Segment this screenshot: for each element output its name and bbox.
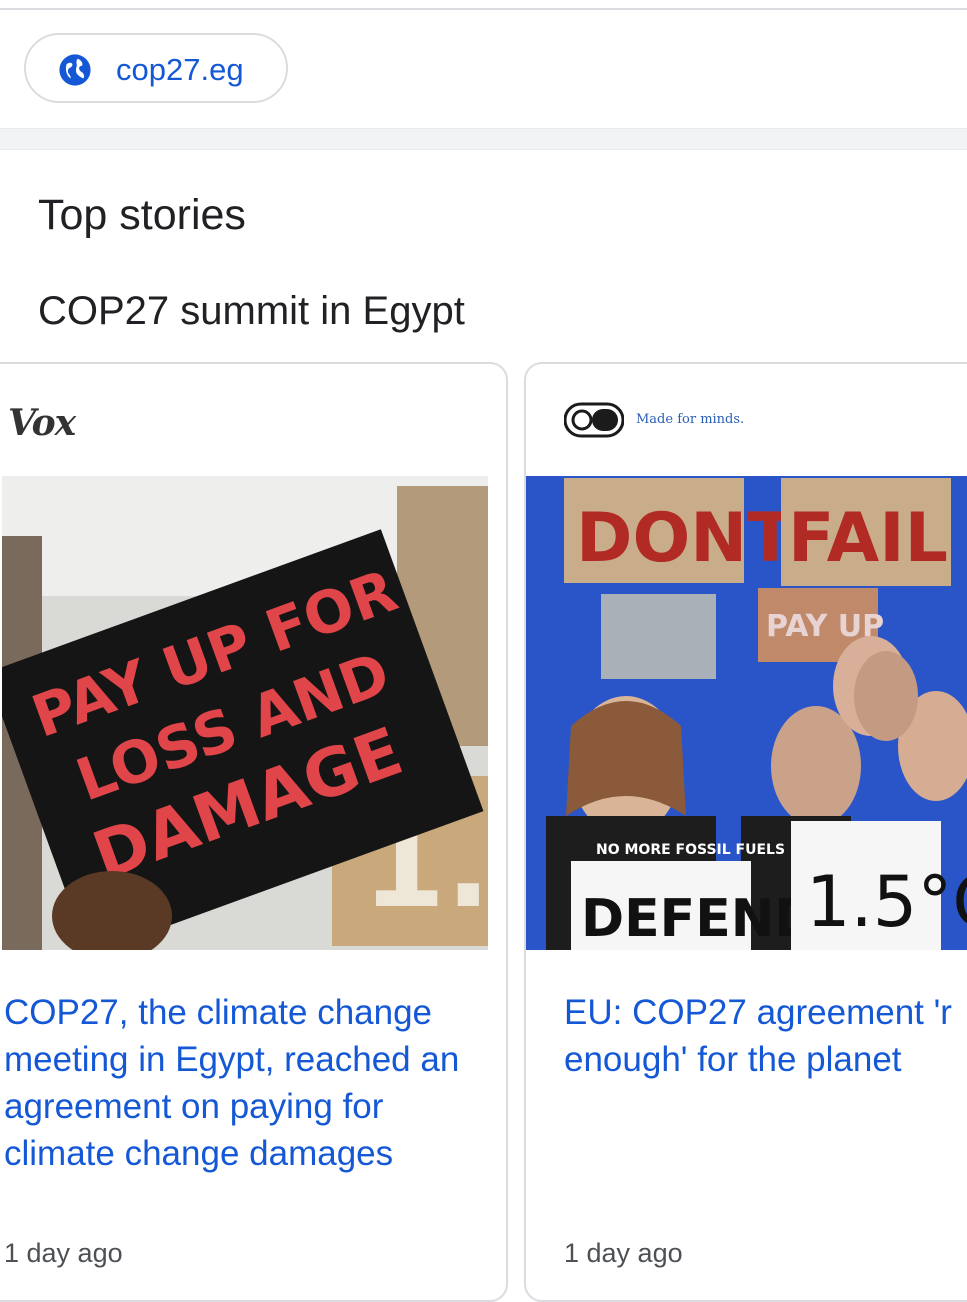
- story-card[interactable]: Vox 1.5 PAY UP FOR LOSS AND DAMAGE COP27…: [0, 362, 508, 1302]
- story-image[interactable]: DONT FAIL PAY UP NO MORE FOSSIL FUELS DE…: [526, 476, 967, 950]
- headline-line-1: EU: COP27 agreement 'r: [564, 993, 952, 1032]
- protest-photo: 1.5 PAY UP FOR LOSS AND DAMAGE: [2, 476, 488, 950]
- story-timestamp: 1 day ago: [564, 1238, 683, 1268]
- top-divider: [0, 0, 967, 10]
- headline-line-2: enough' for the planet: [564, 1040, 902, 1079]
- sign-fossil: NO MORE FOSSIL FUELS: [596, 842, 785, 858]
- protest-photo: DONT FAIL PAY UP NO MORE FOSSIL FUELS DE…: [526, 476, 967, 950]
- publisher-row: Made for minds.: [526, 364, 967, 476]
- sign-degrees: 1.5°C: [806, 861, 967, 943]
- section-title: Top stories: [38, 191, 246, 239]
- story-headline[interactable]: COP27, the climate change meeting in Egy…: [4, 989, 484, 1177]
- story-card[interactable]: Made for minds. DONT FAIL PAY UP NO MORE…: [524, 362, 967, 1302]
- story-cluster-title: COP27 summit in Egypt: [38, 289, 465, 333]
- dw-logo-icon: [564, 402, 624, 438]
- website-chip-label: cop27.eg: [116, 52, 244, 87]
- section-separator: [0, 128, 967, 150]
- publisher-logo: Vox: [8, 402, 76, 444]
- sign-dont: DONT: [576, 499, 794, 578]
- publisher-tagline: Made for minds.: [636, 412, 745, 427]
- story-image[interactable]: 1.5 PAY UP FOR LOSS AND DAMAGE: [2, 476, 488, 950]
- story-timestamp: 1 day ago: [4, 1238, 123, 1268]
- publisher-row: Vox: [0, 364, 506, 476]
- story-headline[interactable]: EU: COP27 agreement 'r enough' for the p…: [564, 989, 967, 1083]
- sign-fail: FAIL: [788, 499, 948, 578]
- sign-defend: DEFEND: [581, 889, 817, 949]
- website-chip[interactable]: cop27.eg: [24, 33, 288, 103]
- globe-icon: [59, 54, 91, 86]
